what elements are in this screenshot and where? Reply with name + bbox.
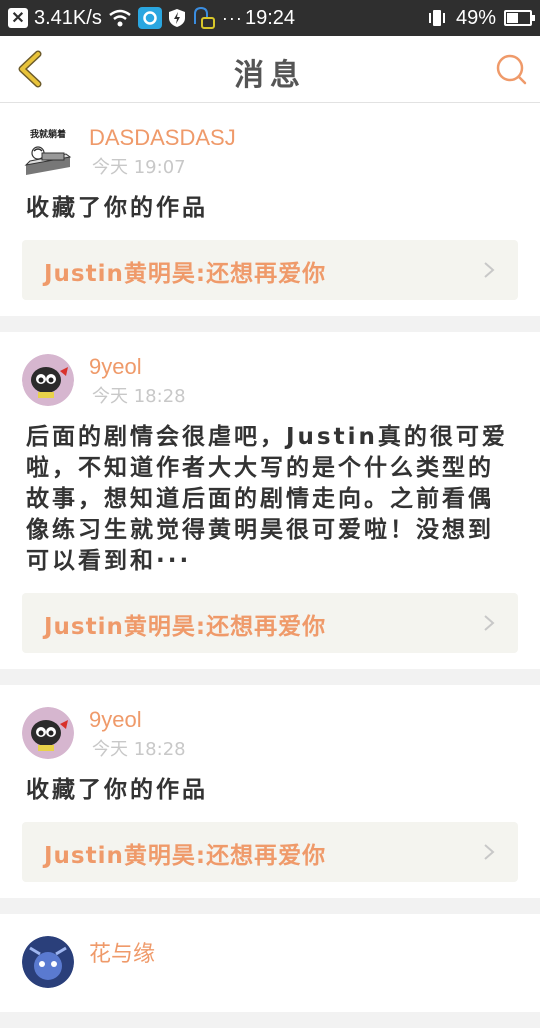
avatar-caption: 我就躺着 bbox=[30, 128, 66, 140]
bed-cartoon-avatar: 我就躺着 bbox=[24, 128, 72, 175]
message-card: 我就躺着 DASDASDASJ 今天 19:07 收藏了你的作品 Justin黄… bbox=[0, 103, 540, 316]
work-link[interactable]: Justin黄明昊:还想再爱你 bbox=[22, 240, 518, 300]
vibrate-icon bbox=[428, 10, 445, 26]
battery-percent: 49% bbox=[455, 6, 496, 29]
username[interactable]: 9yeol bbox=[89, 354, 142, 380]
network-speed: 3.41K/s bbox=[34, 6, 102, 29]
search-button[interactable] bbox=[494, 52, 528, 86]
message-header: 9yeol 今天 18:28 bbox=[22, 685, 518, 767]
chevron-right-icon bbox=[484, 844, 495, 860]
status-bar: ✕ 3.41K/s ··· 19:24 49% bbox=[0, 0, 540, 36]
app-notification-icon bbox=[137, 7, 162, 29]
page-title: 消息 bbox=[234, 58, 306, 93]
work-title: Justin黄明昊:还想再爱你 bbox=[44, 843, 327, 869]
message-card: 9yeol 今天 18:28 收藏了你的作品 Justin黄明昊:还想再爱你 bbox=[0, 685, 540, 898]
timestamp: 今天 19:07 bbox=[92, 157, 186, 178]
username[interactable]: DASDASDASJ bbox=[89, 125, 236, 151]
work-link[interactable]: Justin黄明昊:还想再爱你 bbox=[22, 593, 518, 653]
blue-character-avatar bbox=[22, 936, 74, 988]
chevron-right-icon bbox=[484, 262, 495, 278]
nav-bar: 消息 bbox=[0, 36, 540, 103]
battery-icon bbox=[504, 10, 535, 26]
message-text: 后面的剧情会很虐吧，Justin真的很可爱啦，不知道作者大大写的是个什么类型的故… bbox=[26, 424, 508, 574]
bluetooth-icon bbox=[193, 6, 215, 29]
message-card: 9yeol 今天 18:28 后面的剧情会很虐吧，Justin真的很可爱啦，不知… bbox=[0, 332, 540, 669]
powerpuff-avatar bbox=[22, 707, 74, 759]
message-text: 收藏了你的作品 bbox=[26, 195, 208, 221]
message-header: 9yeol 今天 18:28 bbox=[22, 332, 518, 414]
message-header: 我就躺着 DASDASDASJ 今天 19:07 bbox=[22, 103, 518, 185]
work-title: Justin黄明昊:还想再爱你 bbox=[44, 261, 327, 287]
search-icon bbox=[496, 54, 527, 85]
avatar[interactable] bbox=[22, 707, 74, 759]
message-card: 花与缘 bbox=[0, 914, 540, 1012]
message-header: 花与缘 bbox=[22, 914, 518, 996]
message-text: 收藏了你的作品 bbox=[26, 777, 208, 803]
battery-level bbox=[507, 13, 518, 23]
timestamp: 今天 18:28 bbox=[92, 386, 186, 407]
work-title: Justin黄明昊:还想再爱你 bbox=[44, 614, 327, 640]
close-notification-icon: ✕ bbox=[8, 8, 28, 28]
more-dots-icon: ··· bbox=[221, 7, 243, 28]
message-list: 我就躺着 DASDASDASJ 今天 19:07 收藏了你的作品 Justin黄… bbox=[0, 103, 540, 1028]
username[interactable]: 9yeol bbox=[89, 707, 142, 733]
chevron-right-icon bbox=[484, 615, 495, 631]
username[interactable]: 花与缘 bbox=[89, 936, 155, 968]
work-link[interactable]: Justin黄明昊:还想再爱你 bbox=[22, 822, 518, 882]
shield-icon bbox=[168, 9, 185, 27]
powerpuff-avatar bbox=[22, 354, 74, 406]
timestamp: 今天 18:28 bbox=[92, 739, 186, 760]
avatar[interactable] bbox=[22, 354, 74, 406]
avatar[interactable]: 我就躺着 bbox=[22, 125, 74, 177]
avatar[interactable] bbox=[22, 936, 74, 988]
wifi-icon bbox=[109, 9, 131, 27]
